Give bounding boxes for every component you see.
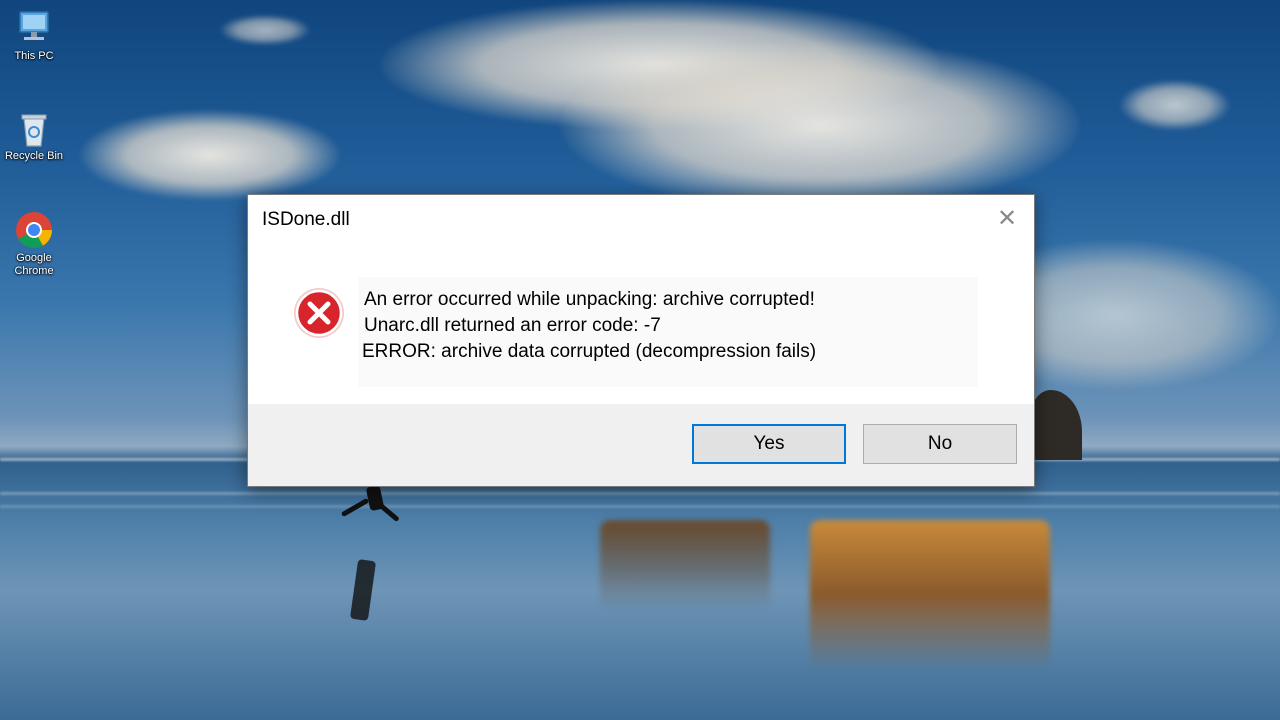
rock-reflection xyxy=(600,520,770,610)
close-button[interactable]: ✕ xyxy=(992,205,1022,231)
sea-rock xyxy=(1030,390,1082,460)
desktop-icon-chrome[interactable]: Google Chrome xyxy=(2,210,66,278)
dialog-title: ISDone.dll xyxy=(262,209,350,230)
wave-line xyxy=(0,505,1280,508)
cloud xyxy=(560,40,1080,210)
chrome-icon xyxy=(14,210,54,250)
no-button[interactable]: No xyxy=(863,424,1017,464)
wave-line xyxy=(0,492,1280,495)
desktop-icon-label: This PC xyxy=(14,50,54,62)
recycle-bin-icon xyxy=(14,108,54,148)
desktop-icon-recycle-bin[interactable]: Recycle Bin xyxy=(2,108,66,163)
error-message-line: ERROR: archive data corrupted (decompres… xyxy=(362,341,817,362)
this-pc-icon xyxy=(14,8,54,48)
rock-reflection xyxy=(810,520,1050,670)
cloud xyxy=(1120,80,1230,130)
desktop-icon-label: Google Chrome xyxy=(14,252,54,277)
error-message-line: Unarc.dll returned an error code: -7 xyxy=(364,315,661,336)
dialog-button-bar: Yes No xyxy=(248,404,1034,486)
desktop-icon-label: Recycle Bin xyxy=(4,150,64,162)
error-dialog: ISDone.dll ✕ An error occurred while unp… xyxy=(247,194,1035,487)
runner-reflection xyxy=(349,559,377,621)
yes-button[interactable]: Yes xyxy=(692,424,846,464)
cloud xyxy=(80,110,340,200)
error-icon xyxy=(293,287,345,339)
error-message-line: An error occurred while unpacking: archi… xyxy=(364,289,815,310)
cloud xyxy=(220,15,310,45)
desktop-icon-this-pc[interactable]: This PC xyxy=(2,8,66,63)
